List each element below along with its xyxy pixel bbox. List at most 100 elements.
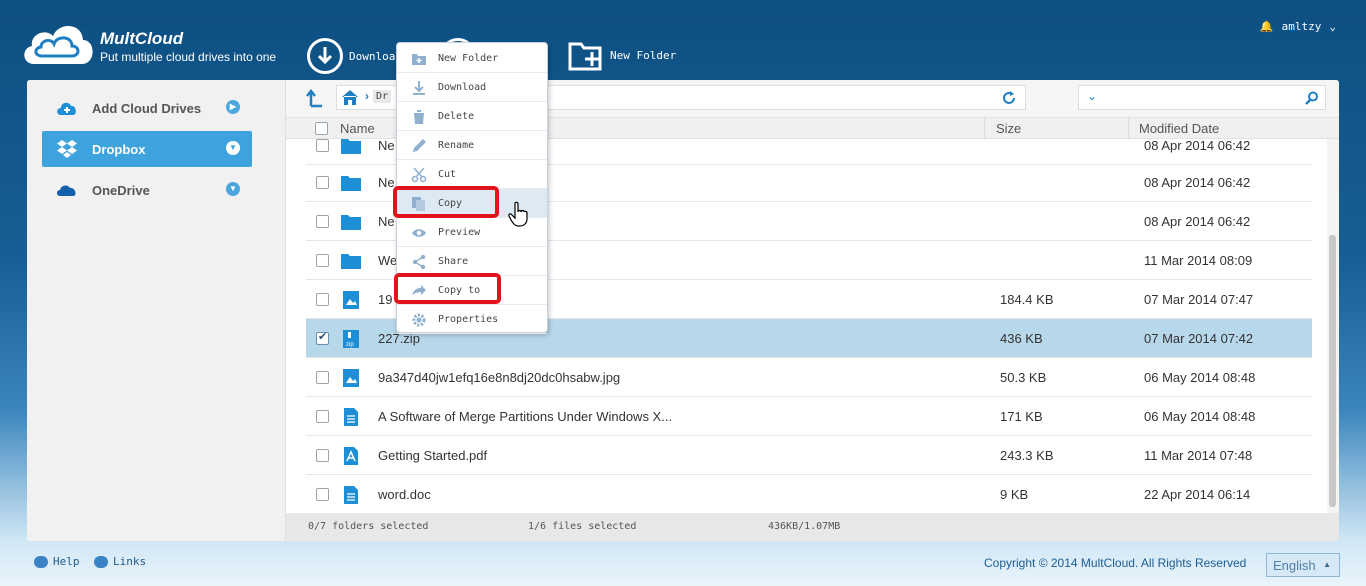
sidebar-item-label: OneDrive [92,182,150,198]
file-size: 243.3 KB [1000,448,1054,463]
folder-icon [341,173,361,193]
breadcrumb-item[interactable]: Dr [373,90,392,103]
row-checkbox[interactable] [316,139,329,152]
image-icon [341,290,361,310]
multcloud-logo-icon [24,25,93,64]
row-checkbox[interactable] [316,410,329,423]
table-row[interactable]: 9a347d40jw1efq16e8n8dj20dc0hsabw.jpg 50.3… [306,358,1312,397]
chevron-down-icon: ⌄ [1329,20,1336,33]
chevron-down-icon: ▼ [226,141,240,155]
file-modified-date: 11 Mar 2014 07:48 [1144,448,1253,463]
menu-item-download[interactable]: Download [397,73,547,102]
download-icon [411,80,427,96]
brand-tagline: Put multiple cloud drives into one [100,50,277,64]
row-checkbox[interactable] [316,371,329,384]
file-size: 436 KB [1000,331,1043,346]
file-name[interactable]: We [378,253,397,268]
menu-item-cut[interactable]: Cut [397,160,547,189]
file-name[interactable]: Ne [378,175,395,190]
download-button[interactable]: Download [307,38,402,74]
row-checkbox[interactable] [316,449,329,462]
file-name[interactable]: Ne [378,214,395,229]
row-checkbox[interactable] [316,488,329,501]
row-checkbox[interactable] [316,176,329,189]
column-header-name[interactable]: Name [340,121,375,136]
menu-item-share[interactable]: Share [397,247,547,276]
menu-item-delete[interactable]: Delete [397,102,547,131]
file-modified-date: 06 May 2014 08:48 [1144,370,1256,385]
home-icon[interactable] [341,89,359,106]
search-icon[interactable] [1305,91,1319,105]
help-link[interactable]: Help [34,555,80,568]
go-up-icon[interactable] [306,88,324,108]
pencil-icon [411,138,427,154]
table-row[interactable]: A Software of Merge Partitions Under Win… [306,397,1312,436]
sidebar-item-label: Add Cloud Drives [92,100,202,116]
status-bar: 0/7 folders selected 1/6 files selected … [286,513,1339,541]
links-link[interactable]: Links [94,555,146,568]
select-all-checkbox[interactable] [315,122,328,135]
trash-icon [411,109,427,125]
column-header-size[interactable]: Size [996,121,1021,136]
menu-item-rename[interactable]: Rename [397,131,547,160]
file-name[interactable]: Getting Started.pdf [378,448,487,463]
chevron-right-icon: ▶ [226,100,240,114]
link-icon [94,555,108,568]
breadcrumb-separator-icon: › [365,89,369,103]
folder-icon [341,212,361,232]
doc-icon [341,407,361,427]
file-modified-date: 08 Apr 2014 06:42 [1144,139,1251,153]
files-selected-status: 1/6 files selected [528,521,637,532]
table-row[interactable]: word.doc 9 KB 22 Apr 2014 06:14 [306,475,1312,513]
sidebar-item-dropbox[interactable]: Dropbox ▼ [42,131,252,167]
sidebar: Add Cloud Drives ▶ Dropbox ▼ OneDrive ▼ [27,80,286,541]
scrollbar[interactable] [1327,139,1339,513]
chevron-down-icon[interactable]: ⌄ [1087,89,1097,103]
file-name[interactable]: 19 [378,292,392,307]
file-name[interactable]: word.doc [378,487,431,502]
new-folder-button[interactable]: New Folder [568,38,676,72]
download-circle-icon [307,38,343,74]
row-checkbox[interactable] [316,330,329,345]
bell-icon: 🔔 [1259,20,1274,33]
svg-text:zip: zip [346,342,354,348]
search-input[interactable]: ⌄ [1078,85,1326,110]
file-name[interactable]: Ne [378,139,395,153]
sidebar-item-label: Dropbox [92,141,146,157]
new-folder-icon [568,42,602,71]
file-modified-date: 07 Mar 2014 07:42 [1144,331,1254,346]
scrollbar-thumb[interactable] [1329,235,1336,507]
row-checkbox[interactable] [316,254,329,267]
column-header-modified[interactable]: Modified Date [1139,121,1219,136]
main-panel: Add Cloud Drives ▶ Dropbox ▼ OneDrive ▼ … [27,80,1339,541]
file-modified-date: 07 Mar 2014 07:47 [1144,292,1254,307]
caret-up-icon: ▲ [1323,560,1331,569]
size-selected-status: 436KB/1.07MB [768,521,841,532]
sidebar-item-add-cloud-drives[interactable]: Add Cloud Drives ▶ [42,90,252,126]
file-modified-date: 11 Mar 2014 08:09 [1144,253,1253,268]
language-select[interactable]: English ▲ [1266,553,1340,577]
file-name[interactable]: A Software of Merge Partitions Under Win… [378,409,672,424]
row-checkbox[interactable] [316,293,329,306]
menu-item-label: Delete [438,111,475,122]
row-checkbox[interactable] [316,215,329,228]
doc-icon [341,485,361,505]
refresh-icon[interactable] [1001,90,1017,106]
menu-item-label: Properties [438,314,499,325]
username: amltzy [1281,20,1322,33]
file-modified-date: 08 Apr 2014 06:42 [1144,214,1251,229]
menu-item-label: Rename [438,140,475,151]
table-row[interactable]: Getting Started.pdf 243.3 KB 11 Mar 2014 0… [306,436,1312,475]
user-menu[interactable]: 🔔 amltzy ⌄ [1260,20,1336,33]
folders-selected-status: 0/7 folders selected [308,521,429,532]
eye-icon [411,225,427,241]
file-name[interactable]: 9a347d40jw1efq16e8n8dj20dc0hsabw.jpg [378,370,620,385]
new-folder-label: New Folder [610,48,677,62]
gear-icon [411,312,427,328]
menu-item-properties[interactable]: Properties [397,305,547,334]
menu-item-label: Download [438,82,487,93]
file-size: 184.4 KB [1000,292,1054,307]
menu-item-new-folder[interactable]: New Folder [397,44,547,73]
links-label: Links [113,555,147,568]
sidebar-item-onedrive[interactable]: OneDrive ▼ [42,172,252,208]
